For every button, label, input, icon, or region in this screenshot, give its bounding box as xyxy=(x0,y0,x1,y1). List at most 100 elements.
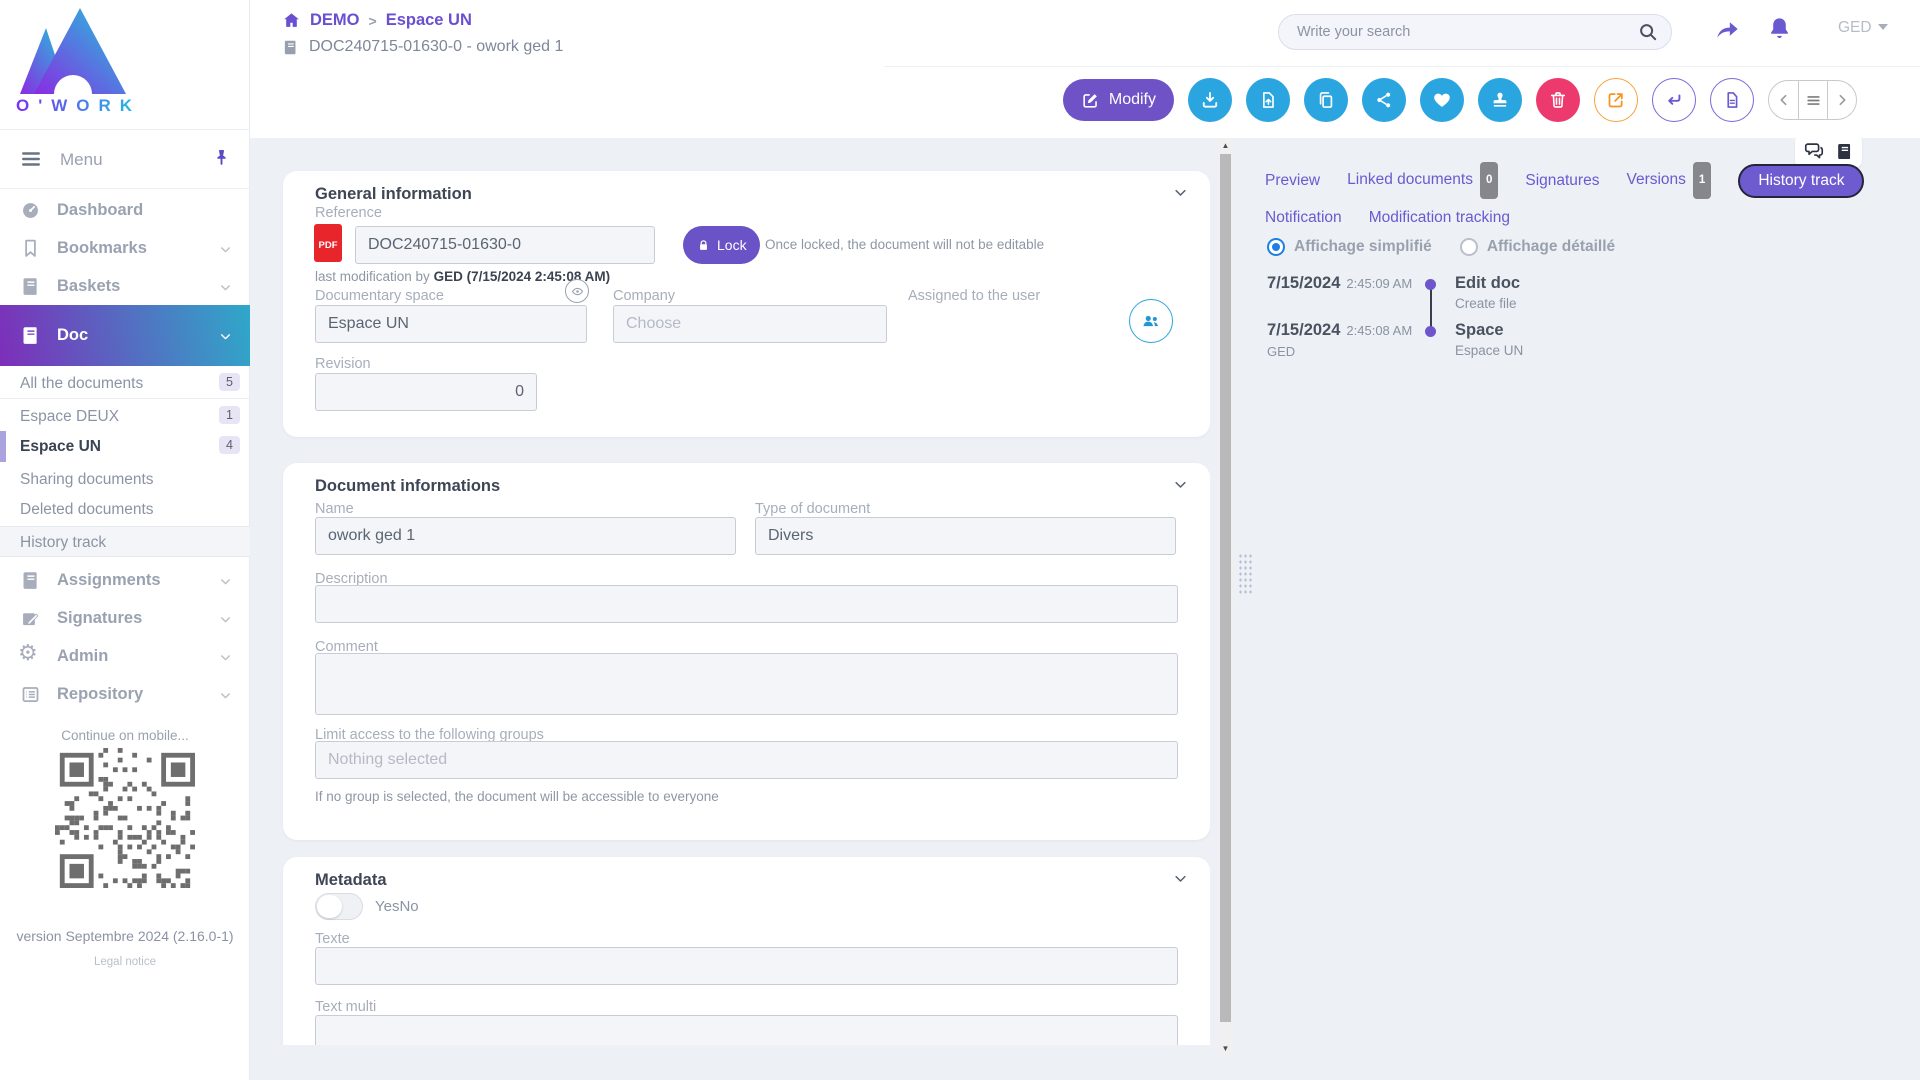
breadcrumb-root[interactable]: DEMO xyxy=(310,11,360,30)
favorite-button[interactable] xyxy=(1420,78,1464,122)
sidebar-item-signatures[interactable]: Signatures xyxy=(0,600,250,638)
open-external-button[interactable] xyxy=(1594,78,1638,122)
chevron-down-icon xyxy=(219,330,232,343)
sidebar-item-baskets[interactable]: Baskets xyxy=(0,268,250,306)
qr-svg xyxy=(55,748,195,888)
bell-icon[interactable] xyxy=(1766,15,1793,42)
name-input[interactable] xyxy=(315,517,736,555)
return-document-button[interactable] xyxy=(1652,78,1696,122)
collapse-chevron-icon[interactable] xyxy=(1173,477,1188,492)
heart-icon xyxy=(1432,90,1452,110)
documentary-space-input[interactable] xyxy=(315,305,587,343)
yesno-toggle[interactable] xyxy=(315,893,363,920)
timeline-dot xyxy=(1425,326,1436,337)
entry-time: 2:45:09 AM xyxy=(1346,276,1412,291)
copy-button[interactable] xyxy=(1304,78,1348,122)
search-input[interactable] xyxy=(1297,15,1627,49)
stamp-button[interactable] xyxy=(1478,78,1522,122)
tab-signatures[interactable]: Signatures xyxy=(1525,164,1599,197)
assign-users-button[interactable] xyxy=(1129,299,1173,343)
sidebar-subitem-espace-deux[interactable]: Espace DEUX 1 xyxy=(0,401,250,432)
sidebar-item-doc[interactable]: Doc xyxy=(0,305,250,366)
company-select[interactable] xyxy=(613,305,887,343)
scroll-down-arrow[interactable]: ▼ xyxy=(1218,1041,1233,1055)
sidebar-subitem-sharing-documents[interactable]: Sharing documents xyxy=(0,464,250,495)
trash-icon xyxy=(1548,90,1568,110)
lock-button[interactable]: Lock xyxy=(683,226,760,264)
sidebar-subitem-deleted-documents[interactable]: Deleted documents xyxy=(0,494,250,525)
sidebar-item-dashboard[interactable]: Dashboard xyxy=(0,192,250,230)
description-input[interactable] xyxy=(315,585,1178,623)
comment-textarea[interactable] xyxy=(315,653,1178,715)
share-forward-icon[interactable] xyxy=(1712,15,1740,43)
document-list-button[interactable] xyxy=(1798,80,1827,120)
sidebar-item-repository[interactable]: Repository xyxy=(0,676,250,714)
radio-affichage-detaille[interactable]: Affichage détaillé xyxy=(1460,238,1615,256)
radio-affichage-simplifie[interactable]: Affichage simplifié xyxy=(1267,238,1432,256)
download-button[interactable] xyxy=(1188,78,1232,122)
menu-toggle[interactable]: Menu xyxy=(0,130,250,188)
document-icon xyxy=(282,39,299,56)
sidebar-item-admin[interactable]: ⚙ Admin xyxy=(0,638,250,676)
delete-button[interactable] xyxy=(1536,78,1580,122)
sidebar-item-bookmarks[interactable]: Bookmarks xyxy=(0,230,250,268)
breadcrumb-separator: > xyxy=(369,13,377,29)
document-nav-group xyxy=(1768,80,1857,120)
sidebar-subitem-history-track[interactable]: History track xyxy=(0,526,250,557)
text-multi-textarea[interactable] xyxy=(315,1015,1178,1045)
legal-notice-link[interactable]: Legal notice xyxy=(0,956,250,968)
subitem-label: All the documents xyxy=(20,375,143,393)
tab-history-track[interactable]: History track xyxy=(1738,164,1864,198)
document-preview-button[interactable] xyxy=(1710,78,1754,122)
reference-label: Reference xyxy=(315,205,382,221)
yesno-label: YesNo xyxy=(375,898,419,915)
texte-input[interactable] xyxy=(315,947,1178,985)
modify-button[interactable]: Modify xyxy=(1063,79,1174,121)
chevron-down-icon xyxy=(219,651,232,664)
sidebar-subitem-espace-un[interactable]: Espace UN 4 xyxy=(0,431,250,462)
next-document-button[interactable] xyxy=(1827,80,1856,120)
logo-mountain-icon xyxy=(16,6,128,94)
breadcrumb-space[interactable]: Espace UN xyxy=(386,11,472,30)
home-icon[interactable] xyxy=(282,11,301,30)
sidebar-subitem-all-documents[interactable]: All the documents 5 xyxy=(0,368,250,399)
collapse-chevron-icon[interactable] xyxy=(1173,185,1188,200)
tab-preview[interactable]: Preview xyxy=(1265,164,1320,197)
share-nodes-icon xyxy=(1374,90,1394,110)
sidebar-item-label: Dashboard xyxy=(57,201,143,220)
sidebar-item-label: Assignments xyxy=(57,571,161,590)
pin-icon[interactable] xyxy=(212,148,231,167)
copy-icon xyxy=(1316,90,1336,110)
upload-file-button[interactable] xyxy=(1246,78,1290,122)
qr-code xyxy=(55,748,195,888)
radio-icon xyxy=(1267,238,1285,256)
collapse-chevron-icon[interactable] xyxy=(1173,871,1188,886)
gear-icon: ⚙ xyxy=(18,642,38,664)
comments-icon[interactable] xyxy=(1803,140,1825,162)
tab-modification-tracking[interactable]: Modification tracking xyxy=(1369,201,1510,234)
tab-notification[interactable]: Notification xyxy=(1265,201,1342,234)
sidebar-item-label: Repository xyxy=(57,685,143,704)
journal-icon[interactable] xyxy=(1835,142,1854,161)
search-icon[interactable] xyxy=(1637,21,1659,43)
subitem-label: Espace DEUX xyxy=(20,408,119,426)
mobile-hint: Continue on mobile... xyxy=(0,728,250,743)
section-title: Metadata xyxy=(315,871,387,890)
scroll-up-arrow[interactable]: ▲ xyxy=(1218,138,1233,152)
profile-dropdown[interactable]: GED xyxy=(1838,19,1888,37)
share-button[interactable] xyxy=(1362,78,1406,122)
scrollbar-thumb[interactable] xyxy=(1220,154,1231,1022)
groups-select[interactable] xyxy=(315,741,1178,779)
type-select[interactable] xyxy=(755,517,1176,555)
chevron-down-icon xyxy=(219,575,232,588)
eye-icon[interactable] xyxy=(565,279,589,303)
tab-linked-documents[interactable]: Linked documents0 xyxy=(1347,162,1498,199)
panel-resize-handle[interactable] xyxy=(1238,553,1253,595)
sidebar-item-assignments[interactable]: Assignments xyxy=(0,562,250,600)
revision-input[interactable] xyxy=(315,373,537,411)
app-logo: O'WORK xyxy=(0,0,250,129)
reference-input[interactable] xyxy=(355,226,655,264)
type-label: Type of document xyxy=(755,501,870,517)
tab-versions[interactable]: Versions1 xyxy=(1626,162,1711,199)
previous-document-button[interactable] xyxy=(1769,80,1798,120)
